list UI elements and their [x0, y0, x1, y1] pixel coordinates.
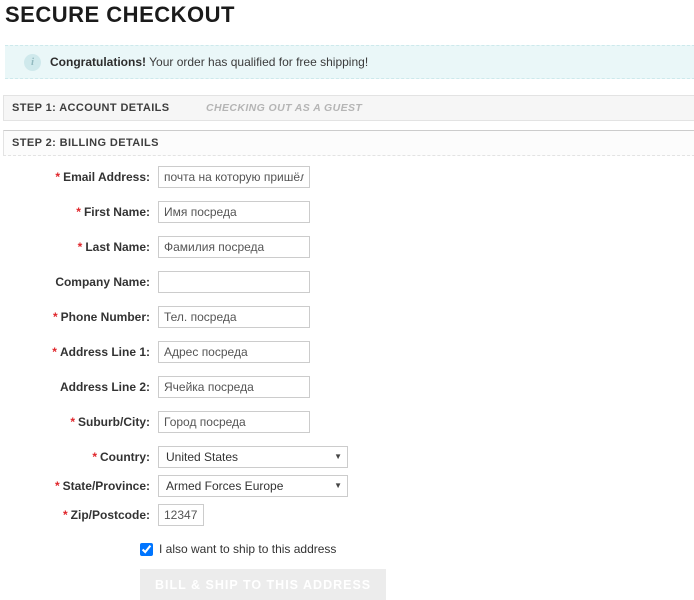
suburb-city-input[interactable] [158, 411, 310, 433]
required-asterisk: * [76, 205, 84, 219]
country-select[interactable]: United States [158, 446, 348, 468]
ship-to-address-label: I also want to ship to this address [159, 542, 336, 556]
first-name-label: *First Name: [0, 205, 158, 219]
step1-header: STEP 1: ACCOUNT DETAILS CHECKING OUT AS … [3, 95, 694, 121]
address-line-1-row: *Address Line 1: [0, 341, 694, 363]
required-asterisk: * [55, 479, 63, 493]
phone-number-label: *Phone Number: [0, 310, 158, 324]
state-province-select-wrap: Armed Forces Europe ▼ [158, 475, 348, 497]
zip-postcode-input[interactable] [158, 504, 204, 526]
zip-postcode-label: *Zip/Postcode: [0, 508, 158, 522]
required-asterisk: * [55, 170, 63, 184]
last-name-row: *Last Name: [0, 236, 694, 258]
state-province-row: *State/Province: Armed Forces Europe ▼ [0, 475, 694, 497]
address-line-2-input[interactable] [158, 376, 310, 398]
email-address-row: *Email Address: [0, 166, 694, 188]
address-line-2-label: Address Line 2: [0, 380, 158, 394]
page-title: SECURE CHECKOUT [0, 0, 694, 28]
banner-message: Your order has qualified for free shippi… [146, 55, 368, 69]
first-name-input[interactable] [158, 201, 310, 223]
phone-number-row: *Phone Number: [0, 306, 694, 328]
last-name-input[interactable] [158, 236, 310, 258]
address-line-2-row: Address Line 2: [0, 376, 694, 398]
email-address-input[interactable] [158, 166, 310, 188]
zip-postcode-row: *Zip/Postcode: [0, 504, 694, 526]
state-province-select[interactable]: Armed Forces Europe [158, 475, 348, 497]
country-select-wrap: United States ▼ [158, 446, 348, 468]
billing-form: *Email Address: *First Name: *Last Name:… [0, 166, 694, 600]
step1-label: STEP 1: ACCOUNT DETAILS [12, 102, 170, 114]
banner-highlight: Congratulations! [50, 55, 146, 69]
step2-label: STEP 2: BILLING DETAILS [12, 137, 159, 149]
country-row: *Country: United States ▼ [0, 446, 694, 468]
required-asterisk: * [63, 508, 71, 522]
country-label: *Country: [0, 450, 158, 464]
suburb-city-row: *Suburb/City: [0, 411, 694, 433]
banner-text: Congratulations! Your order has qualifie… [50, 55, 368, 69]
ship-to-address-checkbox[interactable] [140, 543, 153, 556]
info-icon: i [24, 54, 41, 71]
guest-status: CHECKING OUT AS A GUEST [206, 102, 362, 114]
bill-ship-button[interactable]: BILL & SHIP TO THIS ADDRESS [140, 569, 386, 600]
company-name-input[interactable] [158, 271, 310, 293]
company-name-row: Company Name: [0, 271, 694, 293]
address-line-1-input[interactable] [158, 341, 310, 363]
first-name-row: *First Name: [0, 201, 694, 223]
email-address-label: *Email Address: [0, 170, 158, 184]
required-asterisk: * [70, 415, 78, 429]
ship-to-address-row: I also want to ship to this address [140, 542, 694, 556]
last-name-label: *Last Name: [0, 240, 158, 254]
checkout-page: SECURE CHECKOUT i Congratulations! Your … [0, 0, 694, 600]
required-asterisk: * [53, 310, 61, 324]
suburb-city-label: *Suburb/City: [0, 415, 158, 429]
free-shipping-banner: i Congratulations! Your order has qualif… [5, 45, 694, 79]
required-asterisk: * [52, 345, 60, 359]
step2-header: STEP 2: BILLING DETAILS [3, 130, 694, 156]
state-province-label: *State/Province: [0, 479, 158, 493]
company-name-label: Company Name: [0, 275, 158, 289]
phone-number-input[interactable] [158, 306, 310, 328]
address-line-1-label: *Address Line 1: [0, 345, 158, 359]
required-asterisk: * [92, 450, 100, 464]
